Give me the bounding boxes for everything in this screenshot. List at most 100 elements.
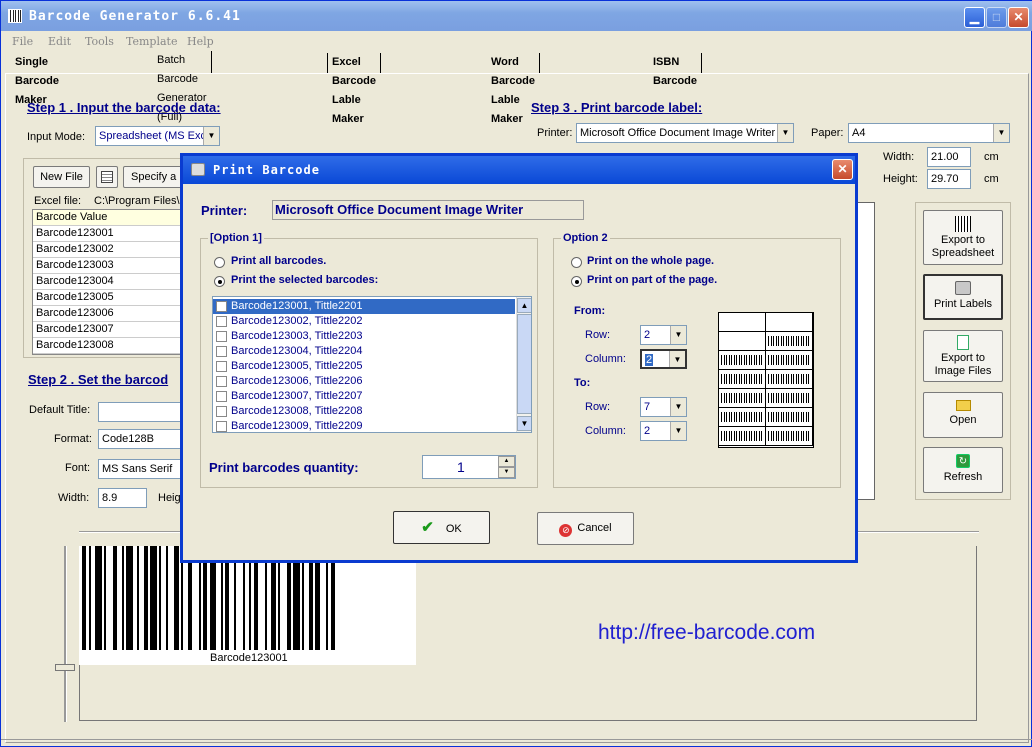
printer-select[interactable]: Microsoft Office Document Image Writer ▼ bbox=[576, 123, 794, 143]
step1-heading: Step 1 . Input the barcode data: bbox=[27, 100, 221, 115]
table-row[interactable]: Barcode123005 bbox=[33, 290, 185, 306]
checkbox[interactable] bbox=[216, 391, 227, 402]
print-selected-radio[interactable] bbox=[214, 276, 225, 287]
list-item[interactable]: Barcode123009, Tittle2209 bbox=[213, 419, 515, 432]
menu-tools[interactable]: Tools bbox=[85, 35, 114, 48]
menu-template[interactable]: Template bbox=[126, 35, 177, 48]
whole-page-label[interactable]: Print on the whole page. bbox=[587, 255, 714, 267]
quantity-down-icon[interactable]: ▼ bbox=[498, 467, 515, 478]
paper-label: Paper: bbox=[811, 127, 844, 139]
tab-word-label[interactable]: Word Barcode Lable Maker bbox=[487, 53, 541, 125]
table-row[interactable]: Barcode123006 bbox=[33, 306, 185, 322]
scroll-up-icon[interactable]: ▲ bbox=[517, 298, 531, 313]
specify-file-button[interactable]: Specify a F bbox=[123, 166, 187, 188]
scroll-down-icon[interactable]: ▼ bbox=[517, 416, 531, 431]
refresh-icon: ↻ bbox=[956, 454, 970, 468]
list-item[interactable]: Barcode123002, Tittle2202 bbox=[213, 314, 515, 329]
table-row[interactable]: Barcode123001 bbox=[33, 226, 185, 242]
part-page-label[interactable]: Print on part of the page. bbox=[587, 274, 717, 286]
barcode-checklist[interactable]: Barcode123001, Tittle2201 Barcode123002,… bbox=[212, 296, 532, 433]
zoom-slider-track[interactable] bbox=[64, 546, 67, 722]
grid-cell bbox=[719, 351, 766, 370]
tab-single-barcode[interactable]: Single Barcode Maker bbox=[11, 53, 63, 106]
menu-file[interactable]: File bbox=[12, 35, 33, 48]
menu-edit[interactable]: Edit bbox=[48, 35, 71, 48]
checkbox[interactable] bbox=[216, 346, 227, 357]
checkbox[interactable] bbox=[216, 316, 227, 327]
table-row[interactable]: Barcode123007 bbox=[33, 322, 185, 338]
from-column-select[interactable]: 2 ▼ bbox=[640, 349, 687, 369]
export-spreadsheet-button[interactable]: Export to Spreadsheet bbox=[923, 210, 1003, 265]
checkbox[interactable] bbox=[216, 361, 227, 372]
whole-page-radio[interactable] bbox=[571, 257, 582, 268]
list-item[interactable]: Barcode123003, Tittle2203 bbox=[213, 329, 515, 344]
checkbox[interactable] bbox=[216, 406, 227, 417]
maximize-button[interactable]: □ bbox=[986, 7, 1007, 28]
list-item[interactable]: Barcode123005, Tittle2205 bbox=[213, 359, 515, 374]
to-row-select[interactable]: 7 ▼ bbox=[640, 397, 687, 417]
checkbox[interactable] bbox=[216, 421, 227, 432]
ok-button[interactable]: ✔ OK bbox=[393, 511, 490, 544]
minimize-button[interactable]: ▁ bbox=[964, 7, 985, 28]
part-page-radio[interactable] bbox=[571, 276, 582, 287]
checkbox[interactable] bbox=[216, 376, 227, 387]
table-row[interactable]: Barcode123002 bbox=[33, 242, 185, 258]
paper-select[interactable]: A4 ▼ bbox=[848, 123, 1010, 143]
export-spreadsheet-label: Export to Spreadsheet bbox=[931, 234, 995, 259]
cancel-button[interactable]: ⊘ Cancel bbox=[537, 512, 634, 545]
input-mode-select[interactable]: Spreadsheet (MS Exc ▼ bbox=[95, 126, 220, 146]
page-grid-preview bbox=[718, 312, 814, 448]
list-item[interactable]: Barcode123004, Tittle2204 bbox=[213, 344, 515, 359]
list-item[interactable]: Barcode123008, Tittle2208 bbox=[213, 404, 515, 419]
refresh-button[interactable]: ↻ Refresh bbox=[923, 447, 1003, 493]
page-width-input[interactable]: 21.00 bbox=[927, 147, 971, 167]
data-grid[interactable]: Barcode Value Barcode123001 Barcode12300… bbox=[32, 209, 186, 355]
dialog-close-button[interactable]: ✕ bbox=[832, 159, 853, 180]
dialog-title-bar[interactable]: Print Barcode ✕ bbox=[183, 156, 855, 184]
page-height-input[interactable]: 29.70 bbox=[927, 169, 971, 189]
barcode-bar bbox=[82, 546, 87, 650]
new-file-button[interactable]: New File bbox=[33, 166, 90, 188]
app-icon bbox=[8, 9, 22, 23]
list-item[interactable]: Barcode123006, Tittle2206 bbox=[213, 374, 515, 389]
print-labels-button[interactable]: Print Labels bbox=[923, 274, 1003, 320]
list-item[interactable]: Barcode123007, Tittle2207 bbox=[213, 389, 515, 404]
edit-icon bbox=[101, 171, 113, 183]
default-title-input[interactable] bbox=[98, 402, 184, 422]
zoom-slider-thumb[interactable] bbox=[55, 664, 75, 671]
open-button[interactable]: Open bbox=[923, 392, 1003, 438]
checkbox[interactable] bbox=[216, 301, 227, 312]
print-selected-label[interactable]: Print the selected barcodes: bbox=[231, 274, 378, 286]
table-row[interactable]: Barcode123003 bbox=[33, 258, 185, 274]
list-scrollbar[interactable]: ▲ ▼ bbox=[516, 297, 531, 432]
to-column-select[interactable]: 2 ▼ bbox=[640, 421, 687, 441]
maximize-icon: □ bbox=[992, 10, 1001, 24]
table-row[interactable]: Barcode123008 bbox=[33, 338, 185, 354]
list-item[interactable]: Barcode123001, Tittle2201 bbox=[213, 299, 515, 314]
format-select[interactable]: Code128B bbox=[98, 429, 184, 449]
quantity-stepper[interactable]: 1 ▲ ▼ bbox=[422, 455, 516, 479]
tab-isbn[interactable]: ISBN Barcode bbox=[649, 53, 703, 87]
grid-header: Barcode Value bbox=[33, 210, 185, 226]
print-all-label[interactable]: Print all barcodes. bbox=[231, 255, 326, 267]
export-image-button[interactable]: Export to Image Files bbox=[923, 330, 1003, 382]
edit-file-button[interactable] bbox=[96, 166, 118, 188]
tab-batch-barcode[interactable]: Batch Barcode Generator (Full) bbox=[153, 51, 212, 123]
title-bar[interactable]: Barcode Generator 6.6.41 ▁ □ ✕ bbox=[1, 1, 1032, 31]
from-row-select[interactable]: 2 ▼ bbox=[640, 325, 687, 345]
font-select[interactable]: MS Sans Serif bbox=[98, 459, 184, 479]
table-row[interactable]: Barcode123004 bbox=[33, 274, 185, 290]
close-button[interactable]: ✕ bbox=[1008, 7, 1029, 28]
quantity-up-icon[interactable]: ▲ bbox=[498, 456, 515, 467]
close-icon: ✕ bbox=[1013, 10, 1024, 24]
option2-label: Option 2 bbox=[561, 232, 610, 244]
scroll-thumb[interactable] bbox=[517, 314, 531, 414]
tab-excel-label[interactable]: Excel Barcode Lable Maker bbox=[327, 53, 382, 125]
website-link[interactable]: http://free-barcode.com bbox=[598, 621, 815, 645]
width-input[interactable]: 8.9 bbox=[98, 488, 147, 508]
checkbox[interactable] bbox=[216, 331, 227, 342]
menu-help[interactable]: Help bbox=[187, 35, 214, 48]
barcode-bar bbox=[174, 546, 179, 650]
print-all-radio[interactable] bbox=[214, 257, 225, 268]
from-row-label: Row: bbox=[585, 329, 611, 341]
